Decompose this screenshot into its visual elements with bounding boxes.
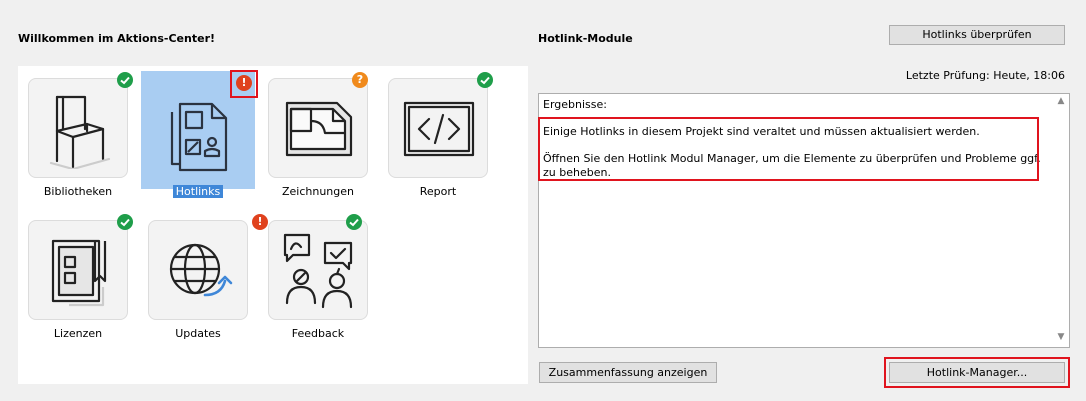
results-label: Ergebnisse:	[543, 98, 607, 111]
tile-bibliotheken[interactable]: Bibliotheken	[18, 66, 133, 198]
feedback-icon	[283, 233, 353, 309]
tile-label: Lizenzen	[53, 327, 103, 340]
tile-label: Zeichnungen	[281, 185, 354, 198]
ok-badge-icon	[346, 214, 362, 230]
show-summary-button[interactable]: Zusammenfassung anzeigen	[539, 362, 717, 383]
tile-zeichnungen[interactable]: ? Zeichnungen	[258, 66, 372, 198]
tile-feedback[interactable]: Feedback	[258, 208, 372, 340]
license-icon	[51, 239, 107, 307]
tile-label: Bibliotheken	[43, 185, 113, 198]
check-hotlinks-button[interactable]: Hotlinks überprüfen	[889, 25, 1065, 45]
chair-icon	[49, 95, 111, 169]
hotlinks-icon	[170, 102, 228, 172]
scroll-down-icon[interactable]: ▼	[1055, 332, 1067, 344]
tile-label: Feedback	[291, 327, 345, 340]
tile-label: Hotlinks	[172, 185, 224, 198]
action-center-panel: Bibliotheken ! Hotlinks ? Zeichnungen Re…	[18, 66, 528, 384]
hotlink-manager-button[interactable]: Hotlink-Manager...	[889, 362, 1065, 383]
question-badge-icon: ?	[352, 72, 368, 88]
drawings-icon	[285, 101, 353, 157]
scroll-up-icon[interactable]: ▲	[1055, 96, 1067, 108]
globe-update-icon	[169, 243, 233, 297]
tile-report[interactable]: Report	[378, 66, 493, 198]
message-highlight	[538, 117, 1039, 181]
code-report-icon	[403, 101, 475, 157]
last-check-timestamp: Letzte Prüfung: Heute, 18:06	[905, 69, 1065, 82]
tile-lizenzen[interactable]: Lizenzen	[18, 208, 133, 340]
ok-badge-icon	[477, 72, 493, 88]
hotlink-module-title: Hotlink-Module	[538, 32, 633, 45]
action-center-title: Willkommen im Aktions-Center!	[18, 32, 216, 45]
tile-label: Report	[419, 185, 457, 198]
tile-updates[interactable]: ! Updates	[138, 208, 268, 340]
tile-label: Updates	[175, 327, 221, 340]
error-badge-highlight	[230, 70, 258, 98]
tile-hotlinks[interactable]: ! Hotlinks	[141, 70, 258, 198]
ok-badge-icon	[117, 72, 133, 88]
ok-badge-icon	[117, 214, 133, 230]
